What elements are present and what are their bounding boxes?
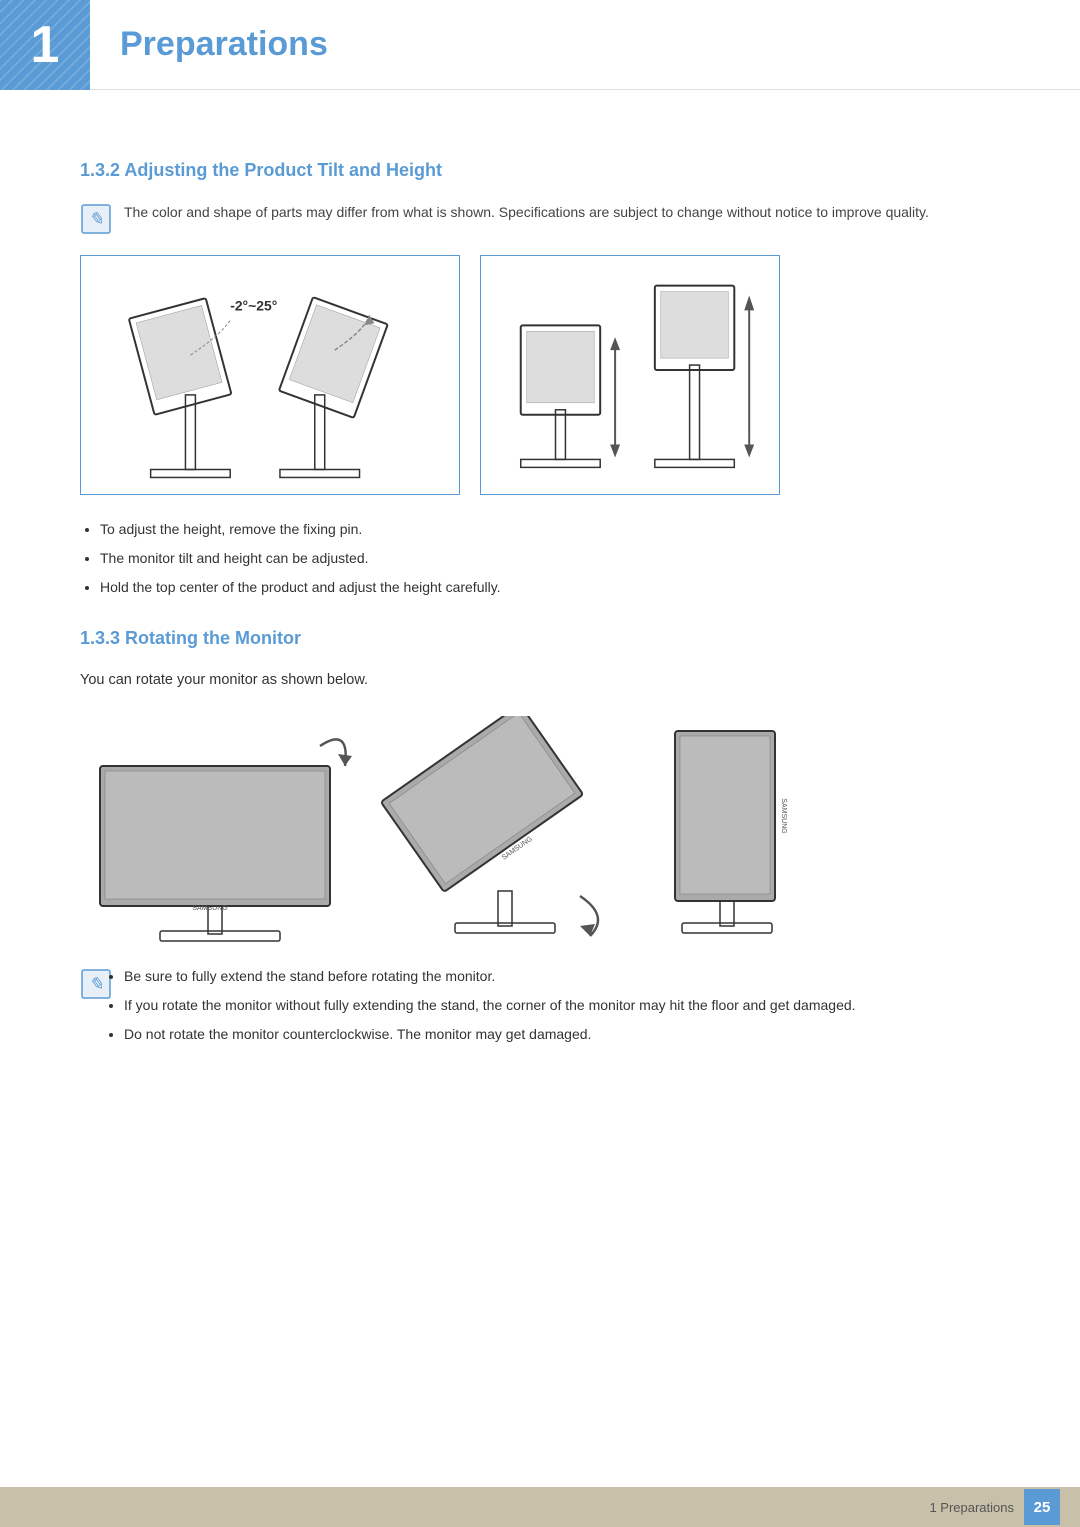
footer-bar: 1 Preparations 25 [0,1487,1080,1527]
bullet-item: Hold the top center of the product and a… [100,577,1000,598]
bullet-item-133-0: Be sure to fully extend the stand before… [124,966,856,987]
svg-text:-2°~25°: -2°~25° [230,297,277,313]
tilt-diagram-row: -2°~25° [80,255,1000,495]
rotate-diagram-3: SAMSUNG [640,716,820,946]
svg-text:✎: ✎ [88,974,103,994]
note-box-133: ✎ Be sure to fully extend the stand befo… [80,966,1000,1053]
rotate-diagram-row: SAMSUNG SAMSUNG [80,716,1000,946]
main-content: 1.3.2 Adjusting the Product Tilt and Hei… [0,90,1080,1113]
bullet-item-133-1: If you rotate the monitor without fully … [124,995,856,1016]
footer-page-badge: 25 [1024,1489,1060,1525]
chapter-title: Preparations [120,25,328,64]
bullet-item: To adjust the height, remove the fixing … [100,519,1000,540]
height-diagram [480,255,780,495]
bullet-item-133-2: Do not rotate the monitor counterclockwi… [124,1024,856,1045]
section-133-heading: 1.3.3 Rotating the Monitor [80,628,1000,649]
tilt-diagram: -2°~25° [80,255,460,495]
rotate-diagram-1: SAMSUNG [80,716,370,946]
section-132-heading: 1.3.2 Adjusting the Product Tilt and Hei… [80,160,1000,181]
bullet-item: The monitor tilt and height can be adjus… [100,548,1000,569]
note-box-132: ✎ The color and shape of parts may diffe… [80,201,1000,235]
bullets-132: To adjust the height, remove the fixing … [100,519,1000,598]
footer-text: 1 Preparations [929,1500,1014,1515]
svg-text:SAMSUNG: SAMSUNG [780,798,787,833]
bullets-133: Be sure to fully extend the stand before… [124,966,856,1053]
page-header: 1 Preparations [0,0,1080,90]
section-133-intro: You can rotate your monitor as shown bel… [80,669,1000,692]
rotate-diagram-2: SAMSUNG [380,716,630,946]
note-text-132: The color and shape of parts may differ … [124,201,929,223]
chapter-number-block: 1 [0,0,90,90]
note-icon: ✎ [80,203,112,235]
svg-text:✎: ✎ [88,209,103,229]
